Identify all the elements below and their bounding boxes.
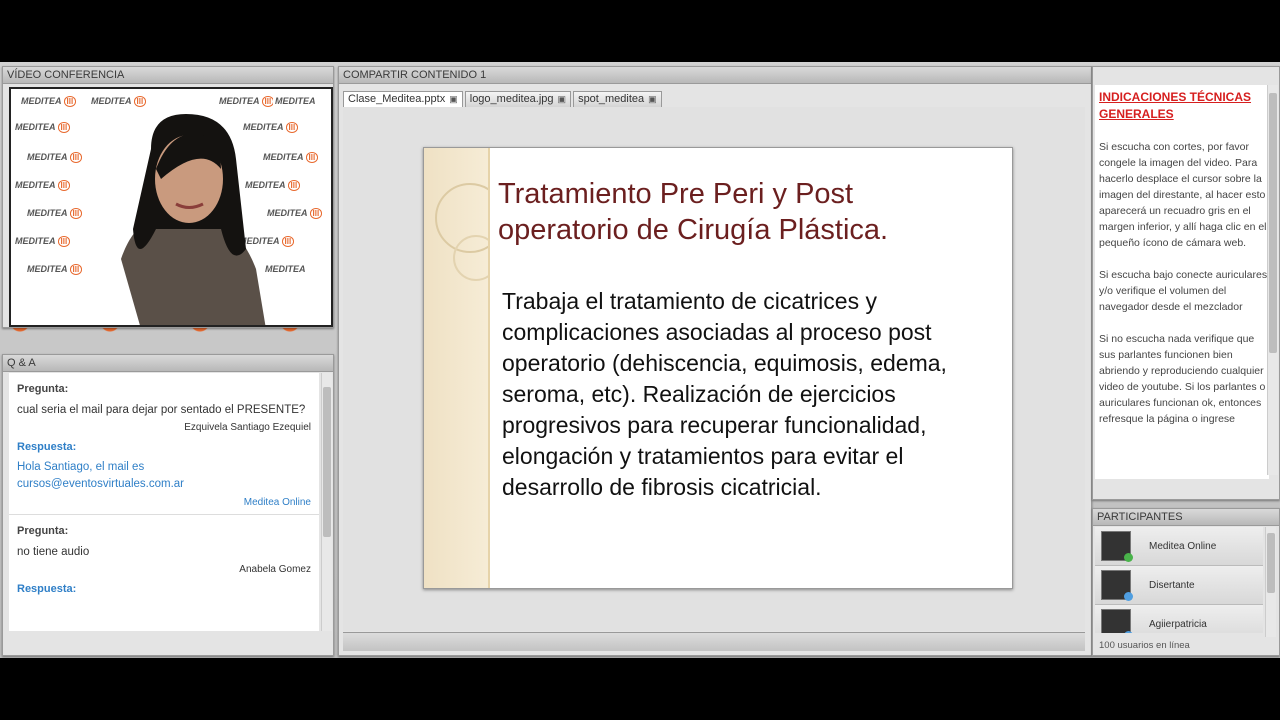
qa-panel: Q & A Pregunta: cual seria el mail para … <box>2 354 334 656</box>
participants-panel: PARTICIPANTES Meditea Online Disertante … <box>1092 508 1280 656</box>
answer-author: Meditea Online <box>243 497 311 508</box>
meditea-logo: MEDITEA Ill <box>25 151 85 163</box>
qa-entry: Pregunta: no tiene audio Anabela Gomez R… <box>9 515 319 607</box>
info-scroll-thumb[interactable] <box>1269 93 1277 353</box>
meditea-logo: MEDITEA Ill <box>13 121 73 133</box>
meditea-logo: MEDITEA Ill <box>25 263 85 275</box>
slide-title: Tratamiento Pre Peri y Post operatorio d… <box>498 178 889 246</box>
question-label: Pregunta: <box>17 383 69 395</box>
participants-scrollbar[interactable] <box>1265 527 1276 637</box>
file-icon: ▣ <box>557 94 567 104</box>
qa-panel-title: Q & A <box>3 355 333 372</box>
slide-body: Trabaja el tratamiento de cicatrices y c… <box>502 288 947 500</box>
question-author: Ezquivela Santiago Ezequiel <box>184 422 311 433</box>
file-icon: ▣ <box>648 94 657 104</box>
technical-info-panel: INDICACIONES TÉCNICAS GENERALES Si escuc… <box>1092 66 1280 500</box>
user-avatar <box>1101 609 1133 633</box>
tab-label: spot_meditea <box>578 93 645 105</box>
question-label: Pregunta: <box>17 525 69 537</box>
participants-title: PARTICIPANTES <box>1093 509 1279 526</box>
meditea-logo: MEDITEA Ill <box>19 95 79 107</box>
meditea-logo: MEDITEA Ill <box>13 179 73 191</box>
qa-scrollbar[interactable] <box>321 373 332 631</box>
question-text: cual seria el mail para dejar por sentad… <box>17 404 306 416</box>
participant-row[interactable]: Disertante <box>1095 566 1263 605</box>
slide-ornament <box>435 183 505 281</box>
participant-name: Disertante <box>1149 579 1195 591</box>
qa-entry: Pregunta: cual seria el mail para dejar … <box>9 373 319 515</box>
presentation-slide: Tratamiento Pre Peri y Post operatorio d… <box>423 147 1013 589</box>
participant-name: Meditea Online <box>1149 540 1217 552</box>
participant-name: Agiierpatricia <box>1149 618 1207 630</box>
slide-decoration <box>424 148 505 588</box>
share-panel-title: COMPARTIR CONTENIDO 1 <box>339 67 1091 84</box>
presenter-image <box>121 114 266 325</box>
tab-label: logo_meditea.jpg <box>469 93 554 105</box>
slide-controls-bar <box>343 632 1085 651</box>
tab-spot-meditea[interactable]: spot_meditea ▣ <box>573 91 662 108</box>
info-paragraph: Si no escucha nada verifique que sus par… <box>1099 333 1266 425</box>
video-panel-title: VÍDEO CONFERENCIA <box>3 67 333 84</box>
slide-viewer: Tratamiento Pre Peri y Post operatorio d… <box>343 107 1085 631</box>
info-heading: INDICACIONES TÉCNICAS GENERALES <box>1099 90 1252 121</box>
tab-label: Clase_Meditea.pptx <box>348 93 446 105</box>
question-text: no tiene audio <box>17 546 90 558</box>
info-paragraph: Si escucha con cortes, por favor congele… <box>1099 141 1267 249</box>
tab-clase-meditea[interactable]: Clase_Meditea.pptx ▣ <box>343 91 463 108</box>
info-paragraph: Si escucha bajo conecte auriculares y/o … <box>1099 269 1268 313</box>
qa-list: Pregunta: cual seria el mail para dejar … <box>9 373 319 631</box>
video-feed[interactable]: MEDITEA Ill MEDITEA Ill MEDITEA Ill MEDITEA… <box>9 87 333 327</box>
video-conference-panel: VÍDEO CONFERENCIA MEDITEA Ill MEDITEA Ill … <box>2 66 334 328</box>
participant-row[interactable]: Meditea Online <box>1095 527 1263 566</box>
meditea-logo: MEDITEA Ill <box>217 95 277 107</box>
tab-logo-meditea[interactable]: logo_meditea.jpg ▣ <box>464 91 572 108</box>
meditea-logo: MEDITEA Ill <box>25 207 85 219</box>
user-avatar <box>1101 570 1133 601</box>
shared-content-panel: COMPARTIR CONTENIDO 1 Clase_Meditea.pptx… <box>338 66 1092 656</box>
participants-scroll-thumb[interactable] <box>1267 533 1275 593</box>
meditea-logo: MEDITEA Ill <box>13 235 73 247</box>
online-users-count: 100 usuarios en línea <box>1099 640 1190 651</box>
participant-row[interactable]: Agiierpatricia <box>1095 605 1263 633</box>
info-scrollbar[interactable] <box>1267 85 1278 475</box>
answer-label: Respuesta: <box>17 583 77 595</box>
participants-list: Meditea Online Disertante Agiierpatricia <box>1095 527 1263 633</box>
content-tabs: Clase_Meditea.pptx ▣ logo_meditea.jpg ▣ sp… <box>343 91 662 108</box>
info-content: INDICACIONES TÉCNICAS GENERALES Si escuc… <box>1095 85 1269 479</box>
user-avatar <box>1101 531 1133 562</box>
answer-text: Hola Santiago, el mail es cursos@eventos… <box>17 461 184 490</box>
question-author: Anabela Gomez <box>239 564 311 575</box>
meditea-logo: MEDITEA Ill <box>89 95 149 107</box>
meditea-logo: MEDITEA <box>273 95 318 107</box>
file-icon: ▣ <box>449 94 458 104</box>
answer-label: Respuesta: <box>17 441 77 453</box>
qa-scroll-thumb[interactable] <box>323 387 331 537</box>
